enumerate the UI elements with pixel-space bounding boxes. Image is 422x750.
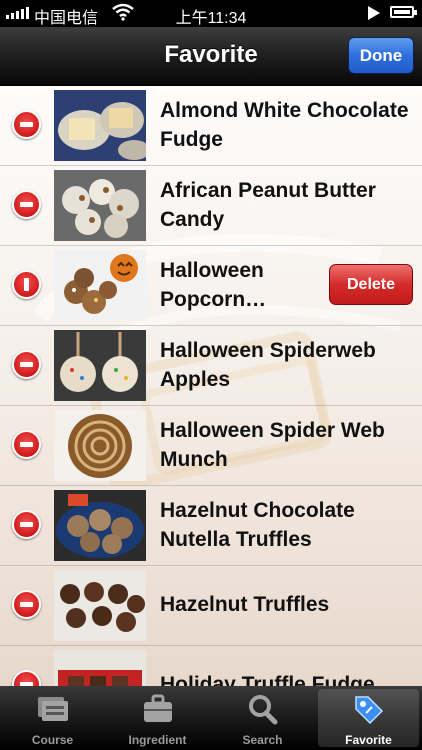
recipe-thumbnail: [54, 330, 146, 401]
recipe-title: Halloween Popcorn…: [160, 259, 267, 311]
list-item[interactable]: Hazelnut Chocolate Nutella Truffles: [0, 486, 422, 566]
remove-icon[interactable]: [12, 510, 41, 539]
recipe-title: Hazelnut Chocolate Nutella Truffles: [160, 499, 355, 551]
status-time: 上午11:34: [175, 10, 247, 27]
battery-icon: [390, 6, 417, 18]
recipe-title: Halloween Spider Web Munch: [160, 419, 385, 471]
remove-icon[interactable]: [12, 110, 41, 139]
status-bar: 中国电信 上午11:34: [0, 0, 422, 27]
remove-icon[interactable]: [12, 190, 41, 219]
tab-label: Favorite: [345, 733, 392, 747]
tab-label: Search: [242, 733, 283, 747]
recipe-thumbnail: [54, 570, 146, 641]
remove-icon[interactable]: [12, 430, 41, 459]
search-icon: [249, 695, 278, 725]
tab-bar: Course Ingredient Search Favorite: [0, 686, 422, 750]
recipe-title: Halloween Spiderweb Apples: [160, 339, 376, 391]
recipe-thumbnail: [54, 250, 146, 321]
tab-course[interactable]: Course: [2, 689, 103, 747]
recipe-thumbnail: [54, 650, 146, 686]
favorite-list[interactable]: Almond White Chocolate Fudge African Pea…: [0, 86, 422, 686]
tag-icon: [355, 696, 384, 725]
recipe-thumbnail: [54, 410, 146, 481]
remove-icon[interactable]: [12, 350, 41, 379]
tab-favorite[interactable]: Favorite: [318, 689, 419, 747]
recipe-thumbnail: [54, 490, 146, 561]
list-item[interactable]: Halloween Spider Web Munch: [0, 406, 422, 486]
list-item[interactable]: Halloween Spiderweb Apples: [0, 326, 422, 406]
list-item[interactable]: African Peanut Butter Candy: [0, 166, 422, 246]
remove-icon[interactable]: [12, 590, 41, 619]
navigation-bar: Favorite Done: [0, 27, 422, 86]
recipe-thumbnail: [54, 90, 146, 161]
play-icon: [368, 6, 380, 20]
recipe-title: Holiday Truffle Fudge: [160, 673, 375, 686]
course-icon: [38, 697, 68, 721]
remove-icon[interactable]: [12, 670, 41, 686]
remove-confirm-icon[interactable]: [12, 270, 41, 299]
list-item[interactable]: Halloween Popcorn… Delete: [0, 246, 422, 326]
recipe-title: African Peanut Butter Candy: [160, 179, 376, 231]
list-item[interactable]: Almond White Chocolate Fudge: [0, 86, 422, 166]
delete-button[interactable]: Delete: [329, 264, 413, 305]
briefcase-icon: [144, 694, 172, 722]
recipe-thumbnail: [54, 170, 146, 241]
list-item[interactable]: Holiday Truffle Fudge: [0, 646, 422, 686]
tab-ingredient[interactable]: Ingredient: [107, 689, 208, 747]
tab-label: Course: [31, 733, 74, 747]
list-item[interactable]: Hazelnut Truffles: [0, 566, 422, 646]
tab-label: Ingredient: [128, 733, 187, 747]
tab-search[interactable]: Search: [212, 689, 313, 747]
done-button[interactable]: Done: [348, 37, 414, 74]
recipe-title: Hazelnut Truffles: [160, 593, 330, 616]
recipe-title: Almond White Chocolate Fudge: [160, 99, 409, 151]
